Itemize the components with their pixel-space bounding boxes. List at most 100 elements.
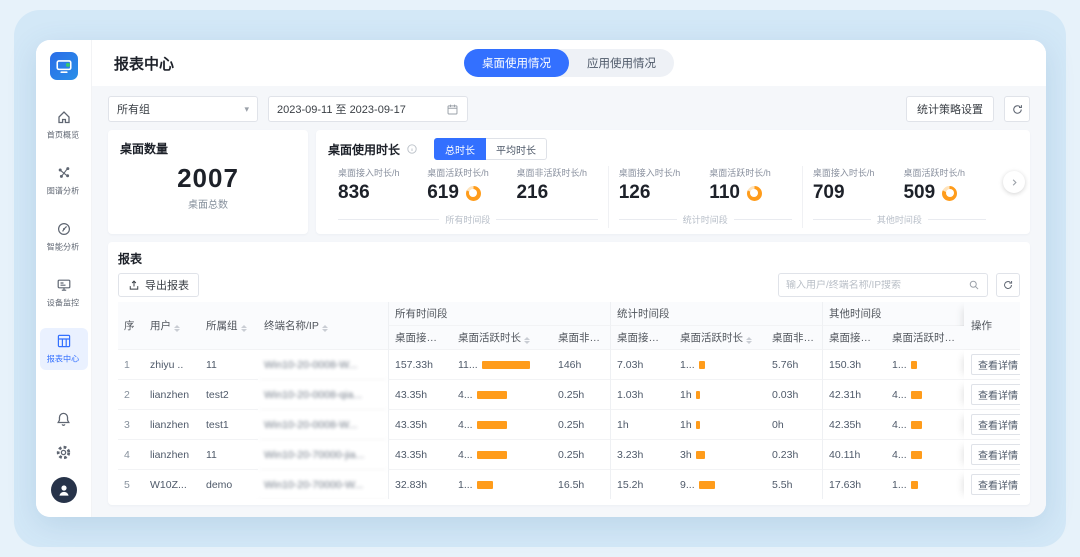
summary-cards: 桌面数量 2007 桌面总数 桌面使用时长 总时长 平均时长 桌面接入时长/h 83… xyxy=(108,130,1030,234)
column-header[interactable]: 桌面接入时长 xyxy=(388,326,452,350)
value-cell: 1... xyxy=(886,350,965,380)
column-header[interactable]: 序 xyxy=(118,302,144,350)
group-cell: test2 xyxy=(200,380,258,410)
user-cell: lianzhen xyxy=(144,440,200,470)
value-cell: 15.2h xyxy=(610,470,674,499)
table-body: 1 zhiyu .. 11 Win10-20-0008-W... 157.33h 11..… xyxy=(118,350,1020,499)
sidebar-item-1[interactable]: 首页概览 xyxy=(40,104,88,146)
toggle-total-duration[interactable]: 总时长 xyxy=(434,138,487,160)
sort-icon xyxy=(746,337,753,344)
value-bar xyxy=(910,390,922,399)
column-header[interactable]: 用户 xyxy=(144,302,200,350)
donut-chart-icon xyxy=(465,185,481,201)
sidebar-item-label: 图谱分析 xyxy=(47,186,80,196)
settings-gear-icon[interactable] xyxy=(55,444,72,461)
desktop-usage-card: 桌面使用时长 总时长 平均时长 桌面接入时长/h 836 桌面活跃时长/h 619 桌面非… xyxy=(316,130,1030,234)
sort-icon xyxy=(240,325,247,332)
metric-value: 126 xyxy=(618,182,651,203)
value-cell: 1... xyxy=(674,350,767,380)
table-search xyxy=(778,273,988,297)
value-bar xyxy=(476,480,493,489)
usage-card-title: 桌面使用时长 xyxy=(328,142,401,157)
value-cell: 16.5h xyxy=(552,470,610,499)
metric: 桌面非活跃时长/h 216 xyxy=(516,166,597,204)
value-cell: 0.23h xyxy=(766,440,823,470)
column-header[interactable]: 桌面接入时长 xyxy=(822,326,887,350)
home-icon xyxy=(56,109,72,125)
search-input[interactable] xyxy=(786,279,963,291)
view-details-button[interactable]: 查看详情 xyxy=(971,354,1020,375)
metric-group-label: 其他时间段 xyxy=(876,215,922,225)
report-icon xyxy=(56,333,72,349)
report-table-container: 序用户 所属组 终端名称/IP 所有时间段 统计时间段 其他时间段 操作 桌面接入时长 桌面活跃… xyxy=(118,302,1020,499)
value-cell: 40.11h xyxy=(822,440,887,470)
view-details-button[interactable]: 查看详情 xyxy=(971,414,1020,435)
view-details-button[interactable]: 查看详情 xyxy=(971,384,1020,405)
sidebar-item-5[interactable]: 报表中心 xyxy=(39,328,88,370)
user-avatar[interactable] xyxy=(50,477,77,503)
metric: 桌面活跃时长/h 110 xyxy=(709,166,792,204)
column-header[interactable]: 所属组 xyxy=(200,302,258,350)
table-row: 2 lianzhen test2 Win10-20-0008-qia... 43.35h… xyxy=(118,380,1020,410)
metric-label: 桌面接入时长/h xyxy=(618,168,681,178)
column-header[interactable]: 桌面非活跃时长 xyxy=(552,326,611,350)
sidebar-item-label: 首页概览 xyxy=(47,130,80,140)
notifications-bell-icon[interactable] xyxy=(55,411,72,428)
row-index: 5 xyxy=(118,470,144,499)
metric-label: 桌面活跃时长/h xyxy=(709,168,771,178)
export-report-button[interactable]: 导出报表 xyxy=(118,273,199,297)
column-header[interactable]: 桌面接入时长 xyxy=(610,326,675,350)
table-header-row: 序用户 所属组 终端名称/IP 所有时间段 统计时间段 其他时间段 操作 xyxy=(118,302,1020,350)
metric-value: 836 xyxy=(338,182,370,203)
report-title: 报表 xyxy=(118,252,143,266)
view-details-button[interactable]: 查看详情 xyxy=(971,474,1020,495)
metrics-scroll-right-button[interactable] xyxy=(1003,171,1025,193)
analysis-icon xyxy=(56,221,72,237)
table-refresh-button[interactable] xyxy=(996,273,1020,297)
group-select-value: 所有组 xyxy=(117,104,150,116)
value-cell: 4... xyxy=(886,410,965,440)
terminal-cell: Win10-20-70000-jia... xyxy=(258,440,388,470)
metric-group: 桌面接入时长/h 709 桌面活跃时长/h 509 其他时间段 xyxy=(801,166,996,228)
app-logo[interactable] xyxy=(49,52,78,80)
metric-label: 桌面活跃时长/h xyxy=(903,168,965,178)
column-header[interactable]: 桌面非活跃时长 xyxy=(766,326,823,350)
value-cell: 4... xyxy=(886,440,965,470)
sidebar-item-3[interactable]: 智能分析 xyxy=(40,216,88,258)
tab-app-usage[interactable]: 应用使用情况 xyxy=(569,49,674,77)
value-cell: 3.23h xyxy=(610,440,675,470)
search-icon[interactable] xyxy=(968,279,980,291)
date-range-picker[interactable]: 2023-09-11 至 2023-09-17 xyxy=(268,96,468,122)
metric-group: 桌面接入时长/h 126 桌面活跃时长/h 110 统计时间段 xyxy=(607,166,802,228)
toggle-average-duration[interactable]: 平均时长 xyxy=(486,138,548,160)
value-cell: 0.25h xyxy=(552,380,611,410)
group-select[interactable]: 所有组 ▾ xyxy=(108,96,258,122)
column-header[interactable]: 终端名称/IP xyxy=(258,302,388,350)
value-cell: 0.25h xyxy=(552,440,611,470)
metric-group: 桌面接入时长/h 836 桌面活跃时长/h 619 桌面非活跃时长/h 216 所有时间段 xyxy=(328,166,608,228)
page-title: 报表中心 xyxy=(114,55,175,73)
value-cell: 0h xyxy=(766,410,823,440)
metric-label: 桌面接入时长/h xyxy=(812,168,875,178)
sidebar-item-4[interactable]: 设备监控 xyxy=(40,272,88,314)
value-cell: 43.35h xyxy=(388,440,452,470)
value-bar xyxy=(910,360,917,369)
column-header[interactable]: 桌面活跃时长 xyxy=(452,326,552,350)
metric-group-label: 统计时间段 xyxy=(682,215,728,225)
tab-desktop-usage[interactable]: 桌面使用情况 xyxy=(464,49,569,77)
refresh-button[interactable] xyxy=(1004,96,1030,122)
column-header[interactable]: 桌面活跃时长 xyxy=(674,326,767,350)
value-cell: 7.03h xyxy=(610,350,675,380)
strategy-settings-button[interactable]: 统计策略设置 xyxy=(906,96,994,122)
metric: 桌面接入时长/h 836 xyxy=(338,166,419,204)
value-cell: 4... xyxy=(452,410,552,440)
view-details-button[interactable]: 查看详情 xyxy=(971,444,1020,465)
terminal-cell: Win10-20-70000-W... xyxy=(258,470,388,499)
sidebar-item-2[interactable]: 图谱分析 xyxy=(40,160,88,202)
column-header[interactable]: 桌面活跃时长 xyxy=(886,326,965,350)
value-bar xyxy=(476,450,507,459)
sort-icon xyxy=(958,337,965,344)
header-tabs: 桌面使用情况 应用使用情况 xyxy=(464,49,674,77)
group-header: 统计时间段 xyxy=(610,302,823,326)
metric-group-label: 所有时间段 xyxy=(445,215,491,225)
